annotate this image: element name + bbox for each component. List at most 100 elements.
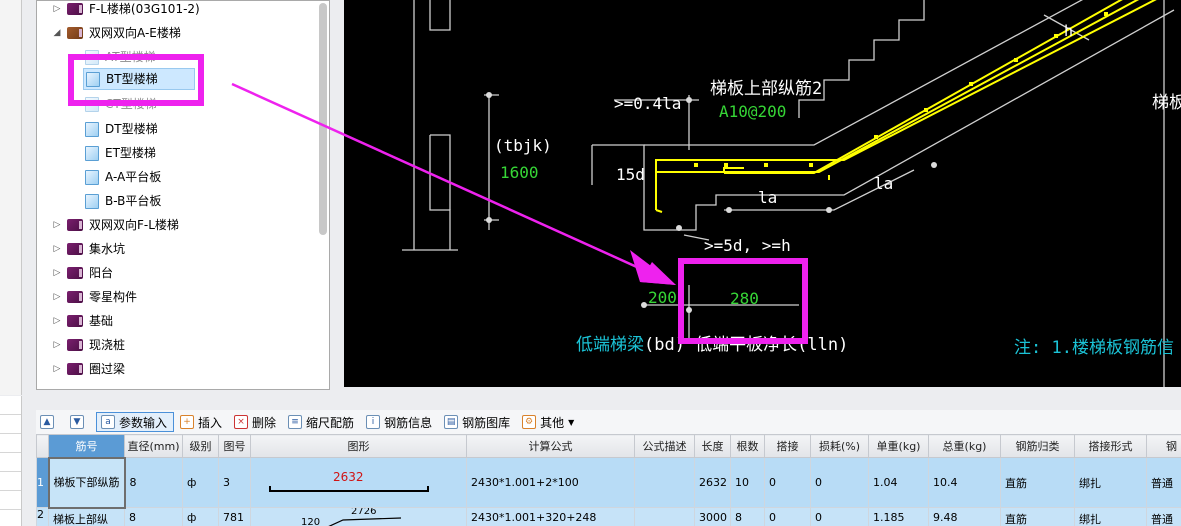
expand-arrow-icon[interactable]: ▷ xyxy=(51,334,63,356)
insert-icon: + xyxy=(180,415,195,429)
tree-item-label: ET型楼梯 xyxy=(105,146,156,160)
category-cell[interactable]: 直筋 xyxy=(1000,457,1075,508)
loss-cell[interactable]: 0 xyxy=(810,457,869,508)
figure-no-cell[interactable]: 3 xyxy=(218,457,251,508)
tree-item-et-stair[interactable]: ET型楼梯 xyxy=(85,142,156,164)
dim-200: 200 xyxy=(648,288,677,307)
book-icon xyxy=(67,291,83,303)
tree-item-label: 双网双向A-E楼梯 xyxy=(89,26,181,40)
table-row[interactable]: 2 梯板上部纵 8 ф 781 120 2726 2430*1.001+320+… xyxy=(36,507,1181,526)
col-header[interactable]: 级别 xyxy=(182,434,219,458)
unit-weight-cell[interactable]: 1.04 xyxy=(868,457,929,508)
row-number[interactable]: 1 xyxy=(36,457,49,508)
rebar-type-cell[interactable]: 普通 xyxy=(1146,457,1181,508)
formula-desc-cell[interactable] xyxy=(634,457,695,508)
count-cell[interactable]: 8 xyxy=(730,507,765,526)
scale-rebar-icon: ≡ xyxy=(288,415,303,429)
expand-arrow-icon[interactable]: ▷ xyxy=(51,286,63,308)
expand-arrow-icon[interactable]: ▷ xyxy=(51,238,63,260)
shape-cell[interactable]: 2632 xyxy=(250,457,467,508)
param-input-button[interactable]: a 参数输入 xyxy=(96,412,175,432)
grade-cell[interactable]: ф xyxy=(182,457,219,508)
tree-item-ae-stair[interactable]: ◢ 双网双向A-E楼梯 xyxy=(51,22,181,44)
col-header[interactable]: 图号 xyxy=(218,434,251,458)
col-header[interactable]: 图形 xyxy=(250,434,467,458)
figure-no-cell[interactable]: 781 xyxy=(218,507,251,526)
col-header[interactable]: 钢 xyxy=(1146,434,1181,458)
rebar-name-cell[interactable]: 梯板下部纵筋 xyxy=(47,456,126,509)
table-row[interactable]: 1 梯板下部纵筋 8 ф 3 2632 2430*1.001+2*100 263… xyxy=(36,456,1181,509)
category-cell[interactable]: 直筋 xyxy=(1000,507,1075,526)
formula-cell[interactable]: 2430*1.001+2*100 xyxy=(466,457,635,508)
length-cell[interactable]: 3000 xyxy=(694,507,731,526)
rebar-info-button[interactable]: i 钢筋信息 xyxy=(362,412,438,432)
rebar-library-button[interactable]: ▤ 钢筋图库 xyxy=(440,412,516,432)
expand-arrow-icon[interactable]: ▷ xyxy=(51,310,63,332)
diameter-cell[interactable]: 8 xyxy=(124,457,183,508)
col-header[interactable]: 钢筋归类 xyxy=(1000,434,1075,458)
delete-button[interactable]: × 删除 xyxy=(230,412,282,432)
insert-button[interactable]: + 插入 xyxy=(176,412,228,432)
tree-item-balcony[interactable]: ▷ 阳台 xyxy=(51,262,113,284)
col-header[interactable]: 单重(kg) xyxy=(868,434,929,458)
col-header[interactable]: 搭接 xyxy=(764,434,811,458)
col-header[interactable]: 计算公式 xyxy=(466,434,635,458)
col-header[interactable]: 长度 xyxy=(694,434,731,458)
shape-cell[interactable]: 120 2726 xyxy=(250,507,467,526)
move-down-button[interactable]: ▼ xyxy=(66,412,94,432)
col-header[interactable]: 总重(kg) xyxy=(928,434,1001,458)
other-button[interactable]: ⚙ 其他 ▼ xyxy=(518,412,580,432)
tree-item-aa-platform[interactable]: A-A平台板 xyxy=(85,166,161,188)
col-header[interactable]: 公式描述 xyxy=(634,434,695,458)
col-header[interactable]: 损耗(%) xyxy=(810,434,869,458)
collapse-arrow-icon[interactable]: ◢ xyxy=(51,22,63,44)
param-input-label: 参数输入 xyxy=(119,415,168,430)
diameter-cell[interactable]: 8 xyxy=(124,507,183,526)
lap-cell[interactable]: 0 xyxy=(764,507,811,526)
tree-item-misc[interactable]: ▷ 零星构件 xyxy=(51,286,137,308)
tree-item-cast-pile[interactable]: ▷ 现浇桩 xyxy=(51,334,125,356)
rebar-name-cell[interactable]: 梯板上部纵 xyxy=(48,507,125,526)
move-up-button[interactable]: ▲ xyxy=(36,412,64,432)
delete-icon: × xyxy=(234,415,249,429)
right-edge-label: 梯板 xyxy=(1152,93,1181,113)
rebar-type-cell[interactable]: 普通 xyxy=(1146,507,1181,526)
page-icon xyxy=(85,145,99,161)
length-cell[interactable]: 2632 xyxy=(694,457,731,508)
lap-type-cell[interactable]: 绑扎 xyxy=(1074,507,1147,526)
col-header[interactable]: 搭接形式 xyxy=(1074,434,1147,458)
total-weight-cell[interactable]: 10.4 xyxy=(928,457,1001,508)
tree-scrollbar[interactable] xyxy=(319,3,327,235)
count-cell[interactable]: 10 xyxy=(730,457,765,508)
tree-item-bb-platform[interactable]: B-B平台板 xyxy=(85,190,161,212)
open-book-icon xyxy=(67,27,83,39)
rebar-table[interactable]: 筋号 直径(mm) 级别 图号 图形 计算公式 公式描述 长度 根数 搭接 损耗… xyxy=(36,434,1181,526)
tree-item-ring-beam[interactable]: ▷ 圈过梁 xyxy=(51,358,125,380)
tree-item-foundation[interactable]: ▷ 基础 xyxy=(51,310,113,332)
expand-arrow-icon[interactable]: ▷ xyxy=(51,358,63,380)
scale-rebar-button[interactable]: ≡ 缩尺配筋 xyxy=(284,412,360,432)
formula-desc-cell[interactable] xyxy=(634,507,695,526)
expand-arrow-icon[interactable]: ▷ xyxy=(51,214,63,236)
expand-arrow-icon[interactable]: ▷ xyxy=(51,1,63,20)
col-header[interactable]: 直径(mm) xyxy=(124,434,183,458)
other-icon: ⚙ xyxy=(522,415,537,429)
total-weight-cell[interactable]: 9.48 xyxy=(928,507,1001,526)
lap-type-cell[interactable]: 绑扎 xyxy=(1074,457,1147,508)
col-header[interactable]: 筋号 xyxy=(48,434,125,458)
formula-cell[interactable]: 2430*1.001+320+248 xyxy=(466,507,635,526)
loss-cell[interactable]: 0 xyxy=(810,507,869,526)
move-up-icon: ▲ xyxy=(40,415,54,429)
grade-cell[interactable]: ф xyxy=(182,507,219,526)
top-rebar-spec: A10@200 xyxy=(719,102,787,121)
other-label: 其他 xyxy=(540,415,565,430)
row-number[interactable]: 2 xyxy=(36,507,49,526)
tree-item-fl-stair-03g[interactable]: ▷ F-L楼梯(03G101-2) xyxy=(51,1,200,20)
expand-arrow-icon[interactable]: ▷ xyxy=(51,262,63,284)
tree-item-fl-stair[interactable]: ▷ 双网双向F-L楼梯 xyxy=(51,214,179,236)
col-header[interactable]: 根数 xyxy=(730,434,765,458)
tree-item-sump[interactable]: ▷ 集水坑 xyxy=(51,238,125,260)
tree-item-dt-stair[interactable]: DT型楼梯 xyxy=(85,118,158,140)
unit-weight-cell[interactable]: 1.185 xyxy=(868,507,929,526)
lap-cell[interactable]: 0 xyxy=(764,457,811,508)
